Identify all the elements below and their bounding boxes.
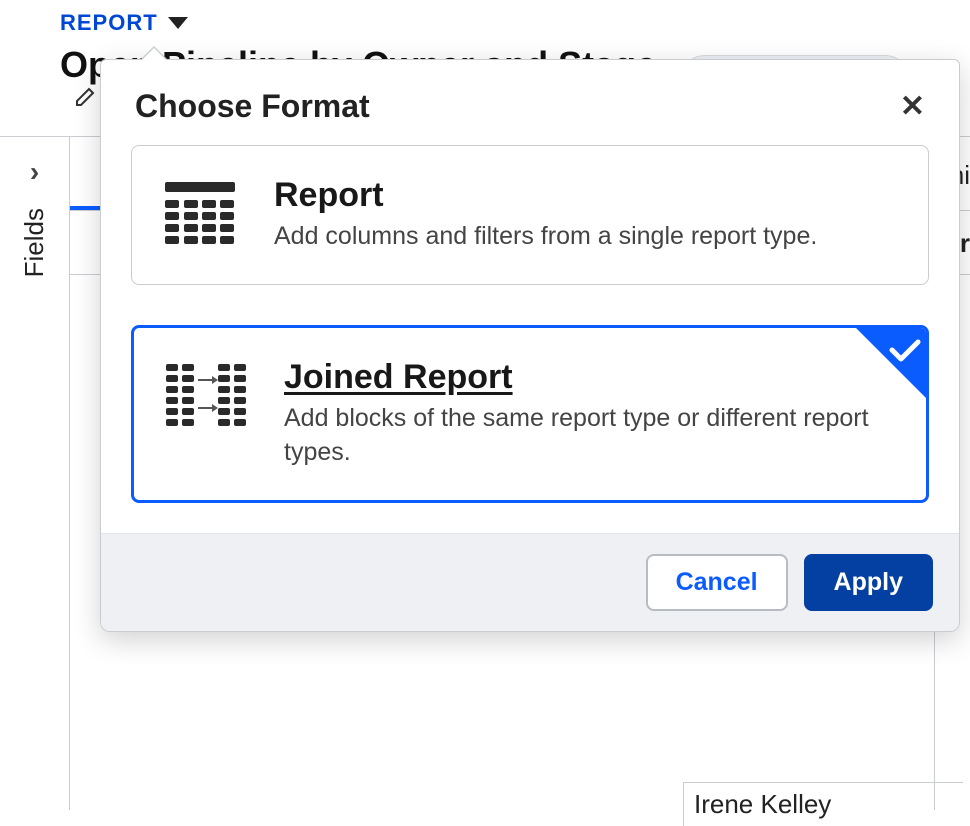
cancel-button[interactable]: Cancel: [646, 554, 788, 611]
option-description: Add columns and filters from a single re…: [274, 219, 896, 254]
format-option-report[interactable]: Report Add columns and filters from a si…: [131, 145, 929, 285]
joined-table-icon: [166, 358, 246, 426]
format-option-joined-report[interactable]: Joined Report Add blocks of the same rep…: [131, 325, 929, 503]
close-icon[interactable]: ✕: [900, 92, 925, 122]
fields-sidebar: › Fields: [0, 136, 70, 810]
choose-format-modal: Choose Format ✕: [100, 59, 960, 632]
expand-sidebar-chevron[interactable]: ›: [30, 156, 39, 188]
apply-button[interactable]: Apply: [804, 554, 933, 611]
table-cell: Irene Kelley: [683, 782, 963, 826]
table-icon: [164, 176, 236, 244]
option-title: Joined Report: [284, 358, 894, 397]
pencil-icon[interactable]: [72, 86, 96, 115]
report-dropdown[interactable]: REPORT: [60, 10, 188, 36]
option-title: Report: [274, 176, 896, 215]
report-dropdown-label: REPORT: [60, 10, 158, 36]
modal-title: Choose Format: [135, 88, 370, 125]
caret-down-icon: [168, 17, 188, 29]
sidebar-label: Fields: [19, 208, 50, 277]
selected-check-icon: [856, 328, 926, 398]
option-description: Add blocks of the same report type or di…: [284, 401, 894, 470]
